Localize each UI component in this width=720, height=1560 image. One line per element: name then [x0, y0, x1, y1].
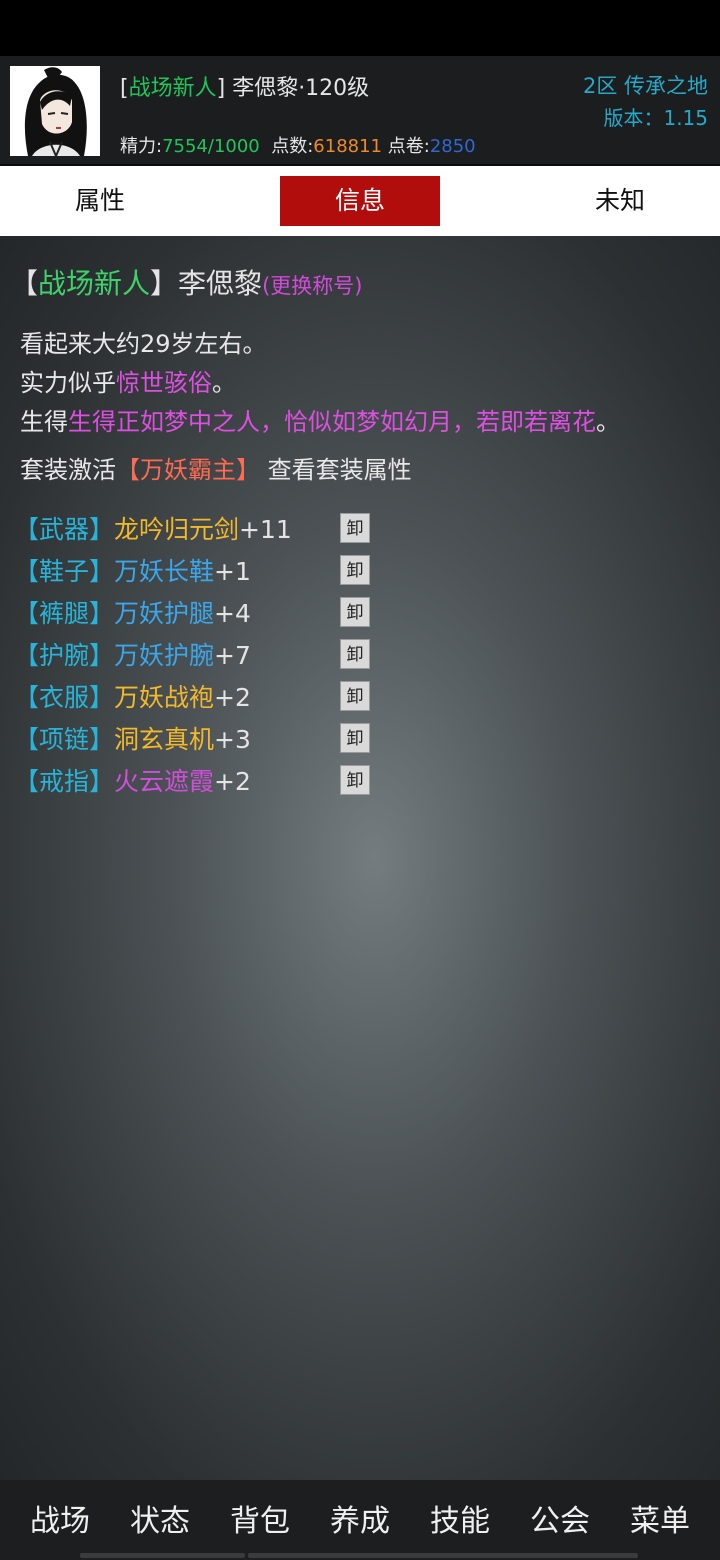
player-title-line: [战场新人] 李偲黎·120级 [120, 76, 370, 101]
suit-name: 【万妖霸主】 [116, 456, 260, 484]
equipment-row: 【项链】洞玄真机+3 [14, 720, 251, 754]
unequip-button[interactable]: 卸 [340, 681, 370, 711]
age-description: 看起来大约29岁左右。 [20, 330, 267, 358]
change-title-link[interactable]: (更换称号) [262, 274, 362, 298]
equipment-enhance: +3 [214, 725, 251, 754]
equipment-row: 【戒指】火云遮霞+2 [14, 762, 251, 796]
looks-suffix: 。 [596, 408, 620, 436]
strength-suffix: 。 [212, 369, 236, 397]
unequip-button[interactable]: 卸 [340, 765, 370, 795]
equipment-item[interactable]: 万妖护腕 [114, 641, 214, 670]
unequip-button[interactable]: 卸 [340, 723, 370, 753]
nav-skills[interactable]: 技能 [410, 1496, 510, 1540]
view-suit-attributes-link[interactable]: 查看套装属性 [268, 456, 412, 484]
equipment-enhance: +1 [214, 557, 251, 586]
equipment-item[interactable]: 洞玄真机 [114, 725, 214, 754]
player-header: [战场新人] 李偲黎·120级 精力:7554/1000 点数:618811 点… [0, 56, 720, 166]
strength-description: 实力似乎惊世骇俗。 [20, 363, 236, 398]
equipment-slot: 【项链】 [14, 725, 115, 754]
gesture-bar-segment [248, 1553, 638, 1558]
suit-activation: 套装激活【万妖霸主】 查看套装属性 [20, 450, 412, 485]
equipment-row: 【护腕】万妖护腕+7 [14, 636, 251, 670]
info-panel: 【战场新人】李偲黎(更换称号) 看起来大约29岁左右。 实力似乎惊世骇俗。 生得… [0, 236, 720, 1480]
energy-label: 精力: [120, 136, 163, 157]
equipment-slot: 【鞋子】 [14, 557, 115, 586]
equipment-row: 【鞋子】万妖长鞋+1 [14, 552, 251, 586]
tab-unknown[interactable]: 未知 [540, 176, 700, 226]
points-value: 618811 [313, 136, 383, 157]
equipment-enhance: +11 [239, 515, 292, 544]
character-name: 李偲黎 [178, 267, 263, 300]
equipment-enhance: +7 [214, 641, 251, 670]
vouchers-value: 2850 [429, 136, 476, 157]
equipment-slot: 【武器】 [14, 515, 115, 544]
tab-bar: 属性 信息 未知 [0, 166, 720, 236]
character-title-row: 【战场新人】李偲黎(更换称号) [10, 267, 363, 300]
looks-description: 生得生得正如梦中之人，恰似如梦如幻月，若即若离花。 [20, 402, 620, 437]
strength-value: 惊世骇俗 [116, 369, 212, 397]
energy-value: 7554/1000 [162, 136, 260, 157]
points-label: 点数: [271, 136, 314, 157]
nav-menu[interactable]: 菜单 [610, 1496, 710, 1540]
gesture-bar-segment [80, 1553, 245, 1558]
equipment-slot: 【裤腿】 [14, 599, 115, 628]
unequip-button[interactable]: 卸 [340, 639, 370, 669]
character-title: 战场新人 [38, 267, 151, 300]
equipment-enhance: +2 [214, 767, 251, 796]
server-name: 2区 传承之地 [582, 74, 708, 98]
equipment-slot: 【衣服】 [14, 683, 115, 712]
equipment-enhance: +2 [214, 683, 251, 712]
equipment-slot: 【护腕】 [14, 641, 115, 670]
bottom-nav: 战场 状态 背包 养成 技能 公会 菜单 [0, 1480, 720, 1560]
vouchers-label: 点卷: [387, 136, 430, 157]
tab-info[interactable]: 信息 [280, 176, 440, 226]
version-label: 版本：1.15 [603, 106, 708, 130]
equipment-item[interactable]: 万妖长鞋 [114, 557, 214, 586]
status-bar [0, 0, 720, 56]
suit-prefix: 套装激活 [20, 456, 116, 484]
player-avatar[interactable] [10, 66, 100, 156]
unequip-button[interactable]: 卸 [340, 513, 370, 543]
nav-battlefield[interactable]: 战场 [10, 1496, 110, 1540]
equipment-item[interactable]: 龙吟归元剑 [114, 515, 239, 544]
player-name-level: 李偲黎·120级 [232, 76, 370, 101]
player-title-tag: 战场新人 [128, 76, 217, 101]
equipment-item[interactable]: 火云遮霞 [114, 767, 214, 796]
player-resources: 精力:7554/1000 点数:618811 点卷:2850 [120, 132, 476, 158]
equipment-item[interactable]: 万妖战袍 [114, 683, 214, 712]
equipment-item[interactable]: 万妖护腿 [114, 599, 214, 628]
equipment-enhance: +4 [214, 599, 251, 628]
looks-value: 生得正如梦中之人，恰似如梦如幻月，若即若离花 [68, 408, 596, 436]
equipment-row: 【裤腿】万妖护腿+4 [14, 594, 251, 628]
strength-prefix: 实力似乎 [20, 369, 116, 397]
looks-prefix: 生得 [20, 408, 68, 436]
unequip-button[interactable]: 卸 [340, 555, 370, 585]
nav-cultivation[interactable]: 养成 [310, 1496, 410, 1540]
equipment-row: 【武器】龙吟归元剑+11 [14, 510, 292, 544]
nav-guild[interactable]: 公会 [510, 1496, 610, 1540]
nav-status[interactable]: 状态 [110, 1496, 210, 1540]
equipment-row: 【衣服】万妖战袍+2 [14, 678, 251, 712]
nav-backpack[interactable]: 背包 [210, 1496, 310, 1540]
unequip-button[interactable]: 卸 [340, 597, 370, 627]
tab-attributes[interactable]: 属性 [20, 176, 180, 226]
equipment-slot: 【戒指】 [14, 767, 115, 796]
